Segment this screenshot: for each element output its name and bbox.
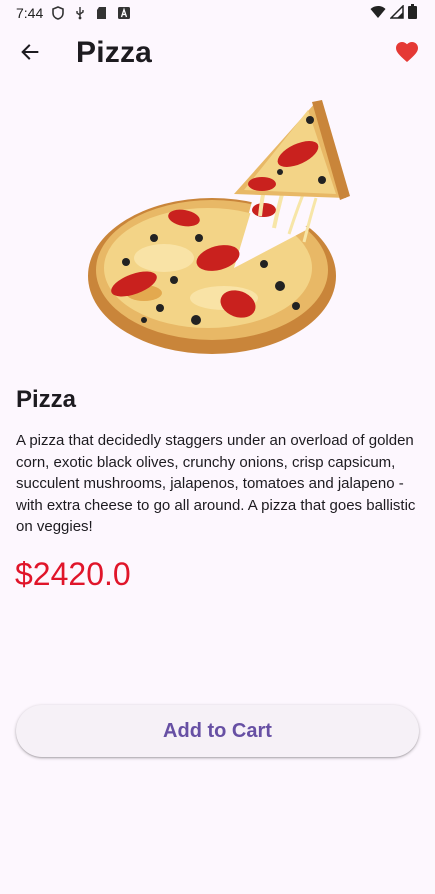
favorite-button[interactable] [387,34,427,74]
heart-icon [395,41,419,68]
shield-icon [51,6,65,20]
product-price: $2420.0 [15,556,131,592]
status-left: 7:44 [16,5,131,21]
page-title: Pizza [76,36,153,69]
add-to-cart-button[interactable]: Add to Cart [16,705,419,757]
wifi-icon [370,5,386,22]
status-time: 7:44 [16,5,44,21]
pizza-image [84,98,354,360]
a-badge-icon [117,6,131,20]
product-description: A pizza that decidedly staggers under an… [16,432,416,535]
arrow-back-icon [19,41,41,68]
signal-icon [389,3,404,22]
back-button[interactable] [10,34,50,74]
battery-icon [408,4,417,22]
usb-icon [73,6,87,20]
app-bar: Pizza [0,26,435,82]
status-right [370,3,417,22]
add-to-cart-label: Add to Cart [163,719,272,742]
status-bar: 7:44 [0,0,435,26]
sd-card-icon [95,6,109,20]
product-name: Pizza [16,386,77,413]
